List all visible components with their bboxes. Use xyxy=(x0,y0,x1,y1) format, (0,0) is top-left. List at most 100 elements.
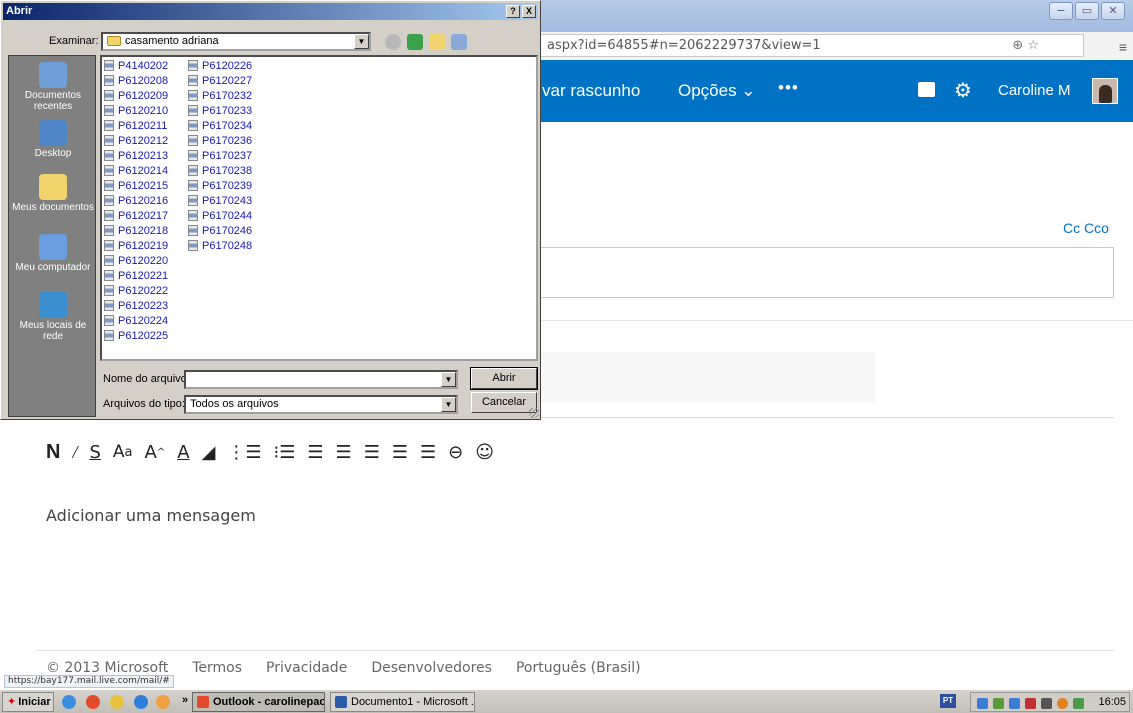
start-button[interactable]: ✦ Iniciar xyxy=(2,692,54,712)
back-icon[interactable] xyxy=(385,34,401,50)
chevron-down-icon[interactable]: ▼ xyxy=(441,372,456,387)
file-item[interactable]: P6170238 xyxy=(188,164,252,179)
font-size-button[interactable]: Aa xyxy=(113,438,133,466)
task-outlook[interactable]: Outlook - carolinepao... xyxy=(192,692,325,712)
user-name[interactable]: Caroline M xyxy=(998,82,1071,99)
terms-link[interactable]: Termos xyxy=(192,660,242,676)
address-bar[interactable]: aspx?id=64855#n=2062229737&view=1 ⊕ ☆ xyxy=(540,34,1084,57)
align-left-icon[interactable]: ☰ xyxy=(364,438,380,466)
file-item[interactable]: P6120216 xyxy=(104,194,168,209)
link-icon[interactable]: ⊖ xyxy=(448,438,463,466)
close-button[interactable]: ✕ xyxy=(1101,2,1125,20)
underline-button[interactable]: S xyxy=(89,438,100,466)
privacy-link[interactable]: Privacidade xyxy=(266,660,347,676)
quicklaunch-overflow[interactable]: » xyxy=(182,694,188,706)
file-item[interactable]: P6120213 xyxy=(104,149,168,164)
task-word[interactable]: Documento1 - Microsoft ... xyxy=(330,692,475,712)
file-item[interactable]: P6170232 xyxy=(188,89,252,104)
ie-icon[interactable] xyxy=(62,695,76,709)
wifi-icon[interactable] xyxy=(1009,698,1020,709)
place-recent[interactable]: Documentos recentes xyxy=(9,62,97,112)
alert-icon[interactable] xyxy=(1025,698,1036,709)
highlight-button[interactable]: ◢ xyxy=(202,438,216,466)
file-item[interactable]: P6170236 xyxy=(188,134,252,149)
to-field[interactable] xyxy=(540,247,1114,298)
filename-input[interactable]: ▼ xyxy=(184,370,458,389)
language-link[interactable]: Português (Brasil) xyxy=(516,660,641,676)
file-item[interactable]: P6120223 xyxy=(104,299,168,314)
cc-bcc-link[interactable]: Cc Cco xyxy=(1063,220,1109,236)
language-indicator[interactable]: PT xyxy=(940,694,956,708)
gear-icon[interactable]: ⚙ xyxy=(954,78,972,103)
file-item[interactable]: P6170233 xyxy=(188,104,252,119)
place-computer[interactable]: Meu computador xyxy=(9,234,97,273)
chevron-down-icon[interactable]: ▼ xyxy=(441,397,456,412)
antivirus-icon[interactable] xyxy=(1073,698,1084,709)
filetype-combo[interactable]: Todos os arquivos ▼ xyxy=(184,395,458,414)
file-item[interactable]: P6120209 xyxy=(104,89,168,104)
new-folder-icon[interactable] xyxy=(429,34,445,50)
file-item[interactable]: P6120211 xyxy=(104,119,168,134)
dialog-close-button[interactable]: X xyxy=(522,5,536,18)
file-item[interactable]: P6170234 xyxy=(188,119,252,134)
file-item[interactable]: P6170248 xyxy=(188,239,252,254)
indent-icon[interactable]: ☰ xyxy=(336,438,352,466)
file-item[interactable]: P4140202 xyxy=(104,59,168,74)
bullet-list-icon[interactable]: ⁝☰ xyxy=(274,438,296,466)
open-button[interactable]: Abrir xyxy=(470,367,538,390)
emoji-icon[interactable]: ☺ xyxy=(475,438,494,466)
save-draft-button[interactable]: var rascunho xyxy=(542,81,640,101)
file-item[interactable]: P6120210 xyxy=(104,104,168,119)
chrome-icon[interactable] xyxy=(86,695,100,709)
volume-icon[interactable] xyxy=(1041,698,1052,709)
place-documents[interactable]: Meus documentos xyxy=(9,174,97,213)
developers-link[interactable]: Desenvolvedores xyxy=(371,660,492,676)
file-item[interactable]: P6170243 xyxy=(188,194,252,209)
file-item[interactable]: P6120208 xyxy=(104,74,168,89)
place-desktop[interactable]: Desktop xyxy=(9,120,97,159)
numbered-list-icon[interactable]: ⋮☰ xyxy=(227,438,261,466)
avatar[interactable] xyxy=(1092,78,1118,104)
place-network[interactable]: Meus locais de rede xyxy=(9,292,97,342)
outdent-icon[interactable]: ☰ xyxy=(307,438,323,466)
grow-font-button[interactable]: A ^ xyxy=(145,438,166,466)
options-menu[interactable]: Opções ⌄ xyxy=(678,81,756,101)
app-icon[interactable] xyxy=(156,695,170,709)
file-item[interactable]: P6120218 xyxy=(104,224,168,239)
file-item[interactable]: P6120221 xyxy=(104,269,168,284)
file-item[interactable]: P6120222 xyxy=(104,284,168,299)
resize-grip-icon[interactable] xyxy=(529,408,539,418)
message-body[interactable]: Adicionar uma mensagem xyxy=(46,506,256,525)
chevron-down-icon[interactable]: ▼ xyxy=(354,34,369,49)
cancel-button[interactable]: Cancelar xyxy=(471,392,537,413)
file-item[interactable]: P6120212 xyxy=(104,134,168,149)
chat-icon[interactable] xyxy=(918,82,935,97)
tray-icon[interactable] xyxy=(993,698,1004,709)
file-list[interactable]: P4140202 P6120208 P6120209 P6120210 P6120211… xyxy=(100,55,538,361)
file-item[interactable]: P6170246 xyxy=(188,224,252,239)
file-item[interactable]: P6120214 xyxy=(104,164,168,179)
lookin-combo[interactable]: casamento adriana ▼ xyxy=(101,32,371,51)
file-item[interactable]: P6120219 xyxy=(104,239,168,254)
file-item[interactable]: P6170239 xyxy=(188,179,252,194)
menu-icon[interactable]: ≡ xyxy=(1119,39,1127,55)
folder-icon[interactable] xyxy=(110,695,124,709)
file-item[interactable]: P6120220 xyxy=(104,254,168,269)
up-folder-icon[interactable] xyxy=(407,34,423,50)
media-icon[interactable] xyxy=(134,695,148,709)
view-menu-icon[interactable] xyxy=(451,34,467,50)
font-color-button[interactable]: A xyxy=(177,438,189,466)
clock[interactable]: 16:05 xyxy=(1098,696,1126,708)
file-item[interactable]: P6120225 xyxy=(104,329,168,344)
zoom-star-icon[interactable]: ⊕ ☆ xyxy=(1012,35,1039,56)
align-center-icon[interactable]: ☰ xyxy=(392,438,408,466)
subject-area[interactable] xyxy=(540,352,875,402)
file-item[interactable]: P6120224 xyxy=(104,314,168,329)
file-item[interactable]: P6120217 xyxy=(104,209,168,224)
minimize-button[interactable]: − xyxy=(1049,2,1073,20)
align-right-icon[interactable]: ☰ xyxy=(420,438,436,466)
more-button[interactable]: ••• xyxy=(778,78,799,98)
file-item[interactable]: P6120226 xyxy=(188,59,252,74)
dialog-title-bar[interactable]: Abrir ? X xyxy=(3,3,538,20)
file-item[interactable]: P6170244 xyxy=(188,209,252,224)
